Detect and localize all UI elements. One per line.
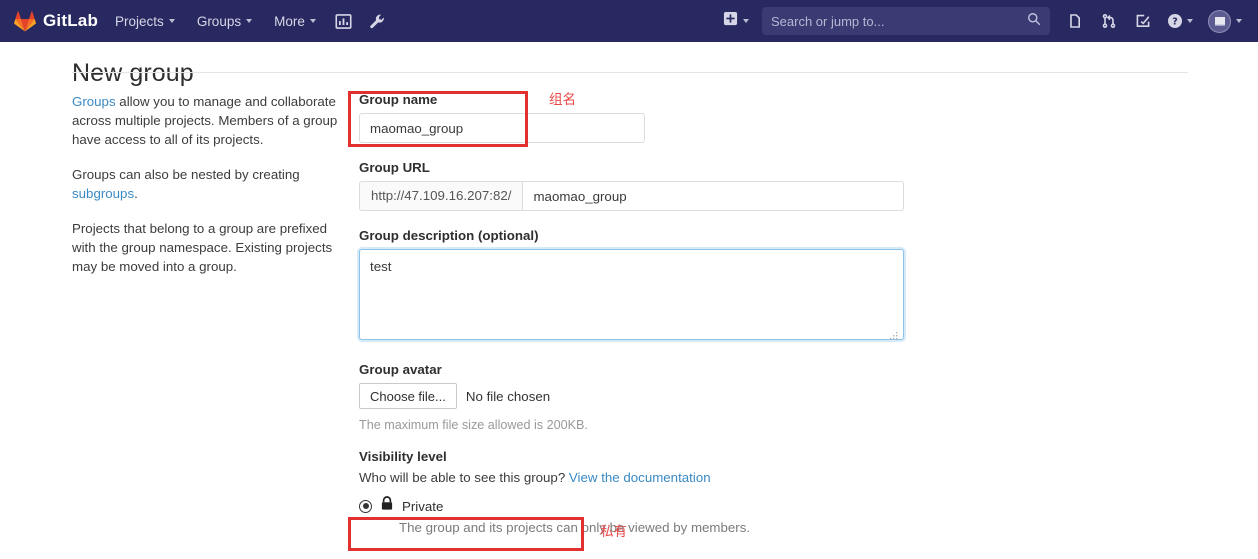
sidebar-paragraph-3: Projects that belong to a group are pref…	[72, 221, 333, 274]
navbar-left-section: GitLab Projects Groups More	[0, 0, 395, 42]
sidebar-paragraph-2-suffix: .	[134, 186, 138, 201]
group-description-field-group: Group description (optional) test	[359, 228, 904, 345]
group-description-label: Group description (optional)	[359, 228, 539, 243]
create-new-button[interactable]	[714, 0, 758, 42]
avatar-size-hint: The maximum file size allowed is 200KB.	[359, 418, 588, 432]
sidebar-paragraph-2: Groups can also be nested by creating su…	[72, 165, 344, 203]
file-chosen-status: No file chosen	[465, 388, 551, 404]
group-url-input[interactable]	[522, 181, 904, 211]
group-avatar-label: Group avatar	[359, 362, 442, 377]
page-title: New group	[72, 58, 194, 87]
nav-item-more-label: More	[274, 13, 305, 29]
analytics-icon[interactable]	[327, 0, 361, 42]
visibility-option-private[interactable]: Private	[359, 496, 919, 516]
visibility-field-group: Visibility level Who will be able to see…	[359, 449, 919, 535]
nav-item-groups-label: Groups	[196, 13, 242, 29]
group-info-sidebar: Groups allow you to manage and collabora…	[72, 92, 344, 292]
groups-link[interactable]: Groups	[72, 94, 116, 109]
gitlab-home-link[interactable]: GitLab	[0, 0, 104, 42]
group-url-field-group: Group URL http://47.109.16.207:82/	[359, 160, 919, 211]
merge-request-icon[interactable]	[1092, 0, 1126, 42]
search-input[interactable]: Search or jump to...	[762, 7, 1050, 35]
avatar	[1208, 9, 1231, 33]
nav-item-projects[interactable]: Projects	[104, 0, 186, 42]
group-url-input-row: http://47.109.16.207:82/	[359, 181, 904, 211]
nav-item-groups[interactable]: Groups	[186, 0, 263, 42]
chevron-down-icon	[743, 19, 749, 23]
visibility-question: Who will be able to see this group? View…	[359, 470, 919, 485]
view-documentation-link[interactable]: View the documentation	[569, 470, 711, 485]
help-icon[interactable]: ?	[1160, 0, 1200, 42]
visibility-level-label: Visibility level	[359, 449, 447, 464]
subgroups-link[interactable]: subgroups	[72, 186, 134, 201]
lock-icon	[380, 496, 394, 516]
brand-name: GitLab	[43, 11, 99, 30]
issues-icon[interactable]	[1058, 0, 1092, 42]
file-picker-row: Choose file... No file chosen	[359, 383, 919, 409]
top-navbar: GitLab Projects Groups More Search or ju…	[0, 0, 1258, 42]
private-option-label: Private	[402, 498, 444, 514]
group-avatar-field-group: Group avatar Choose file... No file chos…	[359, 362, 919, 432]
chevron-down-icon	[309, 19, 316, 23]
todos-icon[interactable]	[1126, 0, 1160, 42]
sidebar-paragraph-2-prefix: Groups can also be nested by creating	[72, 167, 300, 182]
group-description-textarea[interactable]: test	[359, 249, 904, 340]
chevron-down-icon	[1187, 19, 1193, 23]
gitlab-fox-logo-icon	[14, 10, 36, 32]
private-radio-button[interactable]	[359, 499, 372, 513]
new-group-form: Group name Group URL http://47.109.16.20…	[359, 92, 919, 535]
chevron-down-icon	[1236, 19, 1242, 23]
visibility-question-text: Who will be able to see this group?	[359, 470, 569, 485]
private-option-description: The group and its projects can only be v…	[399, 520, 751, 535]
user-menu-button[interactable]	[1200, 0, 1248, 42]
group-url-label: Group URL	[359, 160, 430, 175]
chevron-down-icon	[168, 19, 175, 23]
nav-item-projects-label: Projects	[115, 13, 164, 29]
group-name-input[interactable]	[359, 113, 645, 143]
title-divider	[72, 72, 1188, 73]
wrench-icon[interactable]	[361, 0, 395, 42]
group-url-prefix: http://47.109.16.207:82/	[359, 181, 523, 211]
navbar-right-section: Search or jump to... ?	[714, 0, 1258, 42]
group-name-field-group: Group name	[359, 92, 919, 143]
chevron-down-icon	[246, 19, 253, 23]
search-placeholder: Search or jump to...	[771, 13, 885, 29]
sidebar-paragraph-1: Groups allow you to manage and collabora…	[72, 92, 344, 149]
nav-item-more[interactable]: More	[263, 0, 327, 42]
plus-square-icon	[723, 11, 738, 31]
group-name-label: Group name	[359, 92, 438, 107]
search-icon	[1027, 12, 1041, 31]
choose-file-button[interactable]: Choose file...	[359, 383, 457, 409]
svg-text:?: ?	[1172, 17, 1178, 28]
